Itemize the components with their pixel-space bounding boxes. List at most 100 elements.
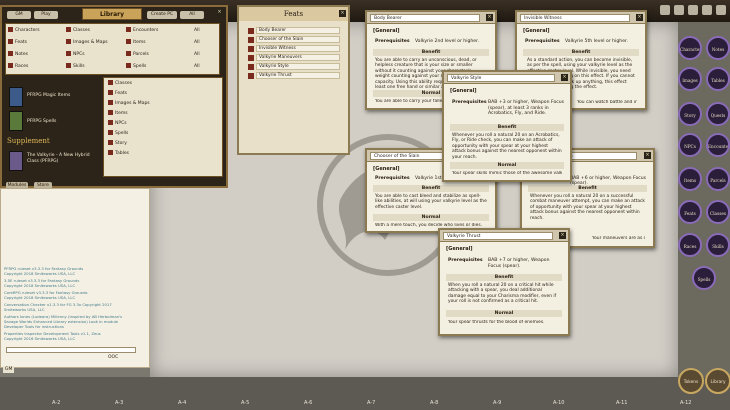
close-icon[interactable]: ×	[559, 232, 566, 239]
category-label: Classes	[73, 28, 90, 33]
feat-item[interactable]: Valkyrie Style	[256, 63, 340, 70]
module-spells[interactable]: PFRPG Spells	[27, 119, 56, 124]
normal-text: Your maneuvers are as deadly as your luc…	[592, 236, 645, 241]
index-icon	[108, 80, 113, 85]
category-all[interactable]: All	[194, 51, 200, 58]
benefit-text: Whenever you roll a natural 20 on a succ…	[530, 194, 645, 221]
feat-type: [General]	[523, 28, 550, 34]
category-characters[interactable]: Characters	[8, 27, 40, 34]
category-classes[interactable]: Classes	[66, 27, 90, 34]
category-parcels[interactable]: Parcels	[126, 51, 149, 58]
category-spells[interactable]: Spells	[126, 63, 146, 70]
chat-line: Copyright 2018 Smiteworks USA, LLC	[4, 271, 76, 276]
sidebar-feats-button[interactable]: Feats	[678, 200, 702, 224]
grid-coord: A-12	[680, 400, 692, 406]
index-label: Spells	[115, 131, 129, 136]
chat-window[interactable]: PFRPG ruleset v3.3.3 for Fantasy Grounds…	[0, 188, 150, 368]
book-icon	[9, 111, 23, 131]
chat-input[interactable]	[6, 347, 136, 353]
sidebar-races-button[interactable]: Races	[678, 233, 702, 257]
category-races[interactable]: Races	[8, 63, 28, 70]
close-icon[interactable]: ×	[636, 14, 643, 21]
feat-item[interactable]: Invisible Witness	[256, 45, 340, 52]
feat-type: [General]	[373, 28, 400, 34]
benefit-text: Whenever you roll a natural 20 on an Acr…	[452, 133, 562, 160]
close-icon[interactable]: ×	[561, 74, 568, 81]
close-icon[interactable]: ×	[644, 152, 651, 159]
feat-icon	[248, 37, 254, 43]
index-npcs[interactable]: NPCs	[108, 120, 127, 127]
sidebar-notes-button[interactable]: Notes	[706, 36, 730, 60]
sidebar-classes-button[interactable]: Classes	[706, 200, 730, 224]
close-icon[interactable]: ×	[339, 10, 346, 17]
feat-window-valkyrie-thrust[interactable]: Valkyrie Thrust × [General] Prerequisite…	[438, 228, 570, 336]
all-filter[interactable]: All	[180, 11, 204, 19]
lighting-icon[interactable]	[660, 5, 670, 15]
library-button[interactable]: Library	[705, 368, 730, 394]
grid-icon[interactable]	[702, 5, 712, 15]
module-valkyrie[interactable]: The Valkyrie - A New Hybrid Class (PFRPG…	[27, 153, 99, 165]
category-images[interactable]: Images & Maps	[66, 39, 108, 46]
index-spells[interactable]: Spells	[108, 130, 128, 137]
category-all[interactable]: All	[194, 39, 200, 46]
ooc-toggle[interactable]: OOC	[108, 355, 118, 360]
category-encounters[interactable]: Encounters	[126, 27, 158, 34]
feat-name-field[interactable]: Body Bearer	[370, 14, 480, 22]
sidebar-images-button[interactable]: Images & Maps	[678, 67, 702, 91]
sidebar-items-button[interactable]: Items	[678, 167, 702, 191]
index-images[interactable]: Images & Maps	[108, 100, 150, 107]
category-all[interactable]: All	[194, 63, 200, 70]
category-notes[interactable]: Notes	[8, 51, 28, 58]
feat-name-field[interactable]: Invisible Witness	[520, 14, 630, 22]
index-items[interactable]: Items	[108, 110, 128, 117]
sidebar-tables-button[interactable]: Tables	[706, 67, 730, 91]
category-items[interactable]: Items	[126, 39, 146, 46]
category-npcs[interactable]: NPCs	[66, 51, 85, 58]
create-pc-button[interactable]: Create PC	[147, 11, 177, 19]
close-icon[interactable]: ×	[486, 14, 493, 21]
index-story[interactable]: Story	[108, 140, 127, 147]
sidebar-character-button[interactable]: Character	[678, 36, 702, 60]
category-label: Items	[133, 40, 146, 45]
settings-icon[interactable]	[716, 5, 726, 15]
sidebar-parcels-button[interactable]: Parcels	[706, 167, 730, 191]
feat-item[interactable]: Body Bearer	[256, 27, 340, 34]
category-label: Encounters	[133, 28, 159, 33]
sidebar-npcs-button[interactable]: NPCs	[678, 133, 702, 157]
tokens-button[interactable]: Tokens	[678, 368, 704, 394]
category-all[interactable]: All	[194, 27, 200, 34]
feat-name-field[interactable]: Valkyrie Style	[447, 74, 555, 82]
index-icon	[108, 140, 113, 145]
feat-item[interactable]: Valkyrie Maneuvers	[256, 54, 340, 61]
category-label: All	[194, 52, 200, 57]
index-label: Story	[115, 141, 127, 146]
sidebar-quests-button[interactable]: Quests	[706, 102, 730, 126]
options-icon[interactable]	[688, 5, 698, 15]
index-tables[interactable]: Tables	[108, 150, 129, 157]
gm-tab[interactable]: GM	[7, 11, 31, 19]
feat-item[interactable]: Chooser of the Slain	[256, 36, 340, 43]
feat-item[interactable]: Valkyrie Thrust	[256, 72, 340, 79]
play-tab[interactable]: Play	[34, 11, 58, 19]
grid-coord: A-9	[493, 400, 502, 406]
index-classes[interactable]: Classes	[108, 80, 132, 87]
category-skills[interactable]: Skills	[66, 63, 85, 70]
index-label: Tables	[115, 151, 129, 156]
chat-line: Copyright 2016 Smiteworks USA, LLC	[4, 336, 76, 341]
sidebar-encounters-button[interactable]: Encounters	[706, 133, 730, 157]
category-label: Characters	[15, 28, 40, 33]
feat-name-field[interactable]: Valkyrie Thrust	[443, 232, 553, 240]
feats-list-window[interactable]: Feats × Body Bearer Chooser of the Slain…	[237, 5, 350, 155]
library-window[interactable]: Library GM Play Create PC All × Characte…	[0, 5, 228, 190]
sidebar-spells-button[interactable]: Spells	[692, 266, 716, 290]
shortcut-icon[interactable]	[674, 5, 684, 15]
close-icon[interactable]: ×	[216, 9, 223, 16]
sidebar-skills-button[interactable]: Skills	[706, 233, 730, 257]
feat-window-valkyrie-style[interactable]: Valkyrie Style × [General] Prerequisites…	[442, 70, 572, 182]
sidebar-story-button[interactable]: Story	[678, 102, 702, 126]
index-icon	[108, 100, 113, 105]
index-feats[interactable]: Feats	[108, 90, 127, 97]
category-feats[interactable]: Feats	[8, 39, 27, 46]
category-label: Notes	[15, 52, 28, 57]
module-magic-items[interactable]: PFRPG Magic Items	[27, 93, 70, 98]
